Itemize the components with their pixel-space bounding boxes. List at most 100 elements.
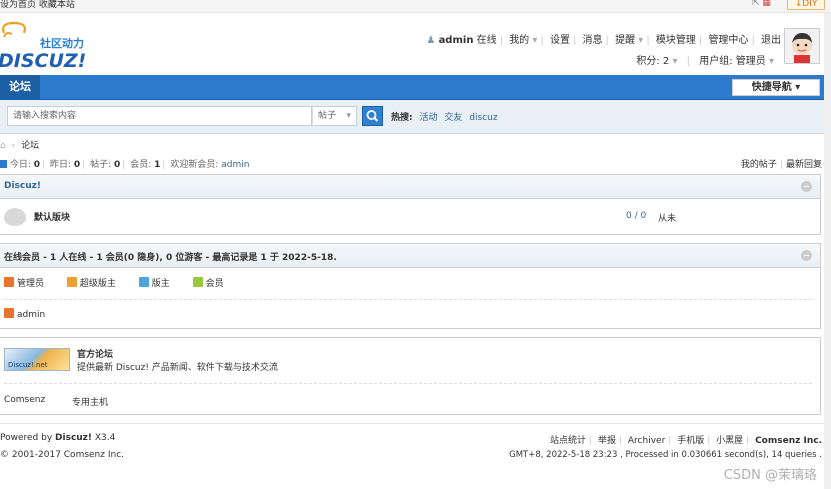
category-title[interactable]: Discuz!: [4, 181, 41, 191]
search-input[interactable]: 请输入搜索内容: [7, 106, 312, 126]
footer-company-link[interactable]: Comsenz Inc.: [755, 436, 822, 446]
scrollbar[interactable]: [824, 13, 831, 489]
collapse-icon[interactable]: [801, 181, 812, 192]
powered-prefix: Powered by: [0, 433, 56, 443]
hot-search-term[interactable]: 活动: [419, 113, 437, 123]
chevron-down-icon: ▾: [795, 82, 801, 93]
official-forum-link[interactable]: 官方论坛: [77, 347, 113, 360]
hot-search-term[interactable]: discuz: [469, 113, 497, 123]
quick-nav-button[interactable]: 快捷导航 ▾: [732, 79, 820, 96]
hot-search-term[interactable]: 交友: [444, 113, 462, 123]
settings-link[interactable]: 设置: [550, 35, 570, 46]
copyright: © 2001-2017 Comsenz Inc.: [0, 450, 125, 460]
stat-welcome-label: 欢迎新会员:: [170, 160, 219, 170]
footer-link-mobile[interactable]: 手机版: [677, 436, 704, 446]
footer-link-report[interactable]: 举报: [598, 436, 616, 446]
messages-link[interactable]: 消息: [583, 35, 603, 46]
stat-members-label: 会员:: [130, 160, 152, 170]
admin-group-icon: [4, 308, 14, 318]
member-legend: 管理员 超级版主 版主 会员: [4, 276, 244, 289]
search-button[interactable]: [362, 106, 383, 126]
online-members-box: 在线会员 - 1 人在线 - 1 会员(0 隐身), 0 位游客 - 最高记录是…: [0, 243, 821, 329]
footer-links: 站点统计 | 举报 | Archiver | 手机版 | 小黑屋 | Comsenz In…: [550, 436, 822, 446]
points-menu[interactable]: 积分: 2: [636, 56, 669, 67]
switch-width-icon[interactable]: ⇱: [752, 0, 760, 8]
user-toolbar: ♟ admin 在线 | 我的 ▾ | 设置 | 消息 | 提醒 ▾ | 模块管理 | 管理…: [426, 35, 781, 46]
stat-today-label: 今日:: [9, 160, 31, 170]
friend-links-box: Discuz!.net 官方论坛 提供最新 Discuz! 产品新闻、软件下载与…: [0, 337, 821, 415]
stat-members: 1: [154, 160, 161, 170]
quick-nav-label: 快捷导航: [751, 82, 792, 93]
forum-icon: [4, 208, 26, 226]
version: X3.4: [92, 433, 116, 443]
search-type-select[interactable]: 帖子 ▾: [312, 106, 357, 126]
footer-link-blacklist[interactable]: 小黑屋: [716, 436, 743, 446]
friend-link[interactable]: Comsenz: [4, 395, 45, 405]
legend-label: 管理员: [17, 279, 45, 289]
chevron-down-icon: ▾: [672, 56, 678, 67]
diy-button[interactable]: ↓DIY: [787, 0, 825, 10]
chevron-down-icon: ▾: [638, 35, 644, 46]
discuz-link[interactable]: Discuz!: [55, 433, 92, 443]
nav-tab-forum[interactable]: 论坛: [0, 75, 40, 99]
online-header: 在线会员 - 1 人在线 - 1 会员(0 隐身), 0 位游客 - 最高记录是…: [0, 244, 820, 268]
stat-today: 0: [33, 160, 41, 170]
footer-divider: [0, 423, 831, 424]
chevron-down-icon: ▾: [346, 111, 351, 121]
user-icon: ♟: [426, 35, 436, 46]
logout-link[interactable]: 退出: [761, 35, 781, 46]
avatar[interactable]: [784, 28, 820, 64]
my-threads-link[interactable]: 我的帖子: [741, 160, 777, 170]
chevron-right-icon: ›: [11, 141, 16, 151]
style-icon[interactable]: ▦: [762, 0, 771, 8]
chevron-down-icon: ▾: [532, 35, 538, 46]
admin-group-icon: [4, 277, 14, 287]
toolbar-links[interactable]: 设为首页 收藏本站: [0, 0, 75, 10]
forum-thread-count: 0 / 0: [626, 211, 647, 221]
legend-label: 版主: [151, 279, 170, 289]
divider: [4, 383, 812, 384]
logo-tagline: 社区动力: [39, 36, 84, 50]
legend-item: 版主: [138, 276, 170, 289]
forum-last-post: 从未: [658, 214, 677, 224]
csdn-watermark: CSDN @茉璃珞: [723, 468, 817, 483]
legend-label: 超级版主: [79, 279, 116, 289]
banner-text: Discuz!.net: [8, 361, 48, 369]
processing-info: GMT+8, 2022-5-18 23:23 , Processed in 0.…: [509, 450, 822, 460]
legend-label: 会员: [205, 279, 224, 289]
site-logo[interactable]: 社区动力 DISCUZ!: [0, 20, 100, 72]
new-member-link[interactable]: admin: [221, 160, 249, 170]
collapse-icon[interactable]: [801, 250, 812, 261]
online-title: 在线会员 - 1 人在线 - 1 会员(0 隐身), 0 位游客 - 最高记录是…: [4, 253, 337, 263]
chevron-down-icon: ▾: [768, 56, 774, 67]
forum-name-link[interactable]: 默认版块: [34, 210, 70, 223]
legend-item: 超级版主: [66, 276, 116, 289]
my-menu[interactable]: 我的: [509, 35, 529, 46]
divider: [4, 299, 812, 300]
username-link[interactable]: admin: [439, 35, 474, 46]
breadcrumb-current[interactable]: 论坛: [21, 141, 39, 151]
notify-menu[interactable]: 提醒: [615, 35, 635, 46]
home-icon[interactable]: ⌂: [0, 141, 6, 151]
breadcrumb: ⌂ › 论坛: [0, 138, 39, 151]
online-status: 在线: [476, 35, 497, 46]
friend-link[interactable]: 专用主机: [72, 395, 108, 408]
stat-posts: 0: [114, 160, 121, 170]
admin-center-link[interactable]: 管理中心: [708, 35, 748, 46]
footer-link-archiver[interactable]: Archiver: [628, 436, 665, 446]
usergroup-menu[interactable]: 用户组: 管理员: [699, 56, 766, 67]
top-toolbar: 设为首页 收藏本站 ⇱ ▦ ↓DIY: [0, 0, 831, 13]
forum-stats: 今日: 0 | 昨日: 0 | 帖子: 0 | 会员: 1 | 欢迎新会员: admin: [0, 157, 249, 170]
latest-replies-link[interactable]: 最新回复: [786, 160, 822, 170]
official-forum-desc: 提供最新 Discuz! 产品新闻、软件下载与技术交流: [77, 363, 278, 373]
discuz-banner[interactable]: Discuz!.net: [4, 348, 70, 371]
logo-brand: DISCUZ!: [0, 50, 86, 70]
stat-yesterday-label: 昨日:: [49, 160, 72, 170]
right-links: 我的帖子 | 最新回复: [740, 160, 822, 170]
legend-item: 管理员: [4, 276, 44, 289]
online-user-link[interactable]: admin: [17, 310, 45, 320]
stat-posts-label: 帖子:: [90, 160, 112, 170]
footer-link-stats[interactable]: 站点统计: [550, 436, 586, 446]
module-manage-link[interactable]: 模块管理: [656, 35, 696, 46]
search-icon: [366, 110, 379, 122]
